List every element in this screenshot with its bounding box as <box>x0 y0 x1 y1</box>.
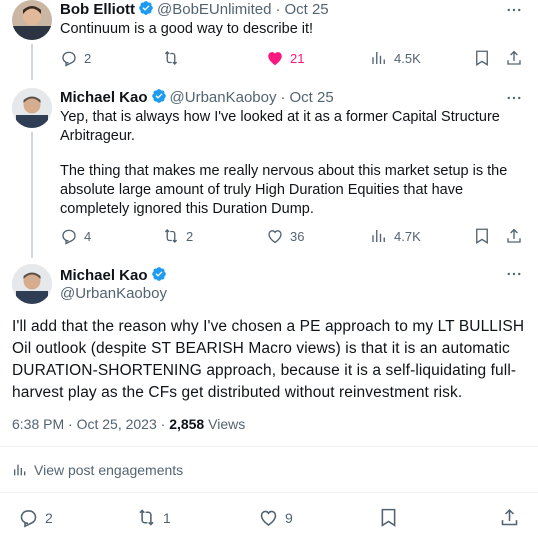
avatar-bob-elliott[interactable] <box>12 0 52 40</box>
bookmark-icon[interactable] <box>378 507 399 528</box>
author-handle[interactable]: @UrbanKaoboy <box>60 285 167 302</box>
like-count: 21 <box>290 50 305 66</box>
reply-button[interactable]: 2 <box>60 49 91 67</box>
bookmark-icon[interactable] <box>473 49 491 67</box>
reply-button[interactable]: 2 <box>18 507 53 528</box>
separator-dot: · <box>275 1 281 18</box>
views-button[interactable]: 4.5K <box>370 49 421 67</box>
author-name[interactable]: Bob Elliott <box>60 1 135 18</box>
separator-dot: · <box>280 89 286 106</box>
bookmark-icon[interactable] <box>473 227 491 245</box>
thread-connector <box>31 44 33 80</box>
reply-icon <box>62 229 76 245</box>
analytics-icon <box>372 52 385 64</box>
tweet-text: Continuum is a good way to describe it! <box>60 21 314 37</box>
views-label: Views <box>204 416 246 432</box>
more-options-icon[interactable] <box>505 89 523 107</box>
heart-icon <box>268 230 282 244</box>
retweet-button[interactable] <box>162 49 186 67</box>
like-count: 9 <box>285 509 293 526</box>
view-engagements-link[interactable]: View post engagements <box>12 462 183 478</box>
author-handle[interactable]: @BobEUnlimited <box>157 1 271 18</box>
like-button[interactable]: 21 <box>266 49 304 67</box>
retweet-button[interactable]: 1 <box>136 507 171 528</box>
author-handle[interactable]: @UrbanKaoboy <box>170 89 277 106</box>
verified-badge-icon <box>151 267 166 281</box>
analytics-icon <box>372 230 385 242</box>
tweet-header: Michael Kao @UrbanKaoboy · Oct 25 <box>60 88 334 107</box>
like-button[interactable]: 9 <box>258 507 293 528</box>
main-tweet-text: I'll add that the reason why I've chosen… <box>12 318 525 401</box>
views-count: 4.7K <box>394 228 421 244</box>
main-author-name-row: Michael Kao <box>60 266 170 285</box>
tweet-text-paragraph: Yep, that is always how I've looked at i… <box>60 109 500 144</box>
tweet-timestamp-row: 6:38 PM · Oct 25, 2023 · 2,858 Views <box>12 416 245 432</box>
analytics-icon <box>14 464 26 476</box>
reply-count: 2 <box>84 50 92 66</box>
divider <box>0 446 538 447</box>
views-count: 2,858 <box>169 416 205 432</box>
views-count: 4.5K <box>394 50 421 66</box>
like-button[interactable]: 36 <box>266 227 304 245</box>
verified-badge-icon <box>139 1 153 15</box>
view-engagements-label: View post engagements <box>34 462 184 478</box>
thread-connector <box>31 132 33 258</box>
heart-icon <box>260 510 277 526</box>
retweet-count: 2 <box>186 228 194 244</box>
retweet-icon <box>139 509 154 526</box>
tweet-timestamp[interactable]: 6:38 PM · Oct 25, 2023 · <box>12 416 169 432</box>
author-name[interactable]: Michael Kao <box>60 267 148 284</box>
reply-button[interactable]: 4 <box>60 227 91 245</box>
avatar-michael-kao[interactable] <box>12 264 52 304</box>
tweet-header: Bob Elliott @BobEUnlimited · Oct 25 <box>60 0 329 19</box>
reply-icon <box>20 510 37 528</box>
more-options-icon[interactable] <box>505 265 523 283</box>
retweet-icon <box>164 51 178 65</box>
tweet-date[interactable]: Oct 25 <box>290 89 334 106</box>
divider <box>0 492 538 493</box>
verified-badge-icon <box>151 89 166 103</box>
author-name[interactable]: Michael Kao <box>60 89 148 106</box>
retweet-count: 1 <box>163 509 171 526</box>
more-options-icon[interactable] <box>505 1 523 19</box>
reply-count: 4 <box>84 228 92 244</box>
reply-icon <box>62 51 76 67</box>
tweet-text-paragraph: The thing that makes me really nervous a… <box>60 163 508 217</box>
share-icon[interactable] <box>505 227 523 245</box>
tweet-date[interactable]: Oct 25 <box>284 1 328 18</box>
heart-filled-icon <box>268 52 282 66</box>
share-icon[interactable] <box>505 49 523 67</box>
views-button[interactable]: 4.7K <box>370 227 421 245</box>
avatar-michael-kao[interactable] <box>12 88 52 128</box>
retweet-icon <box>164 229 178 243</box>
reply-count: 2 <box>45 509 53 526</box>
share-icon[interactable] <box>499 507 520 528</box>
retweet-button[interactable]: 2 <box>162 227 193 245</box>
like-count: 36 <box>290 228 305 244</box>
